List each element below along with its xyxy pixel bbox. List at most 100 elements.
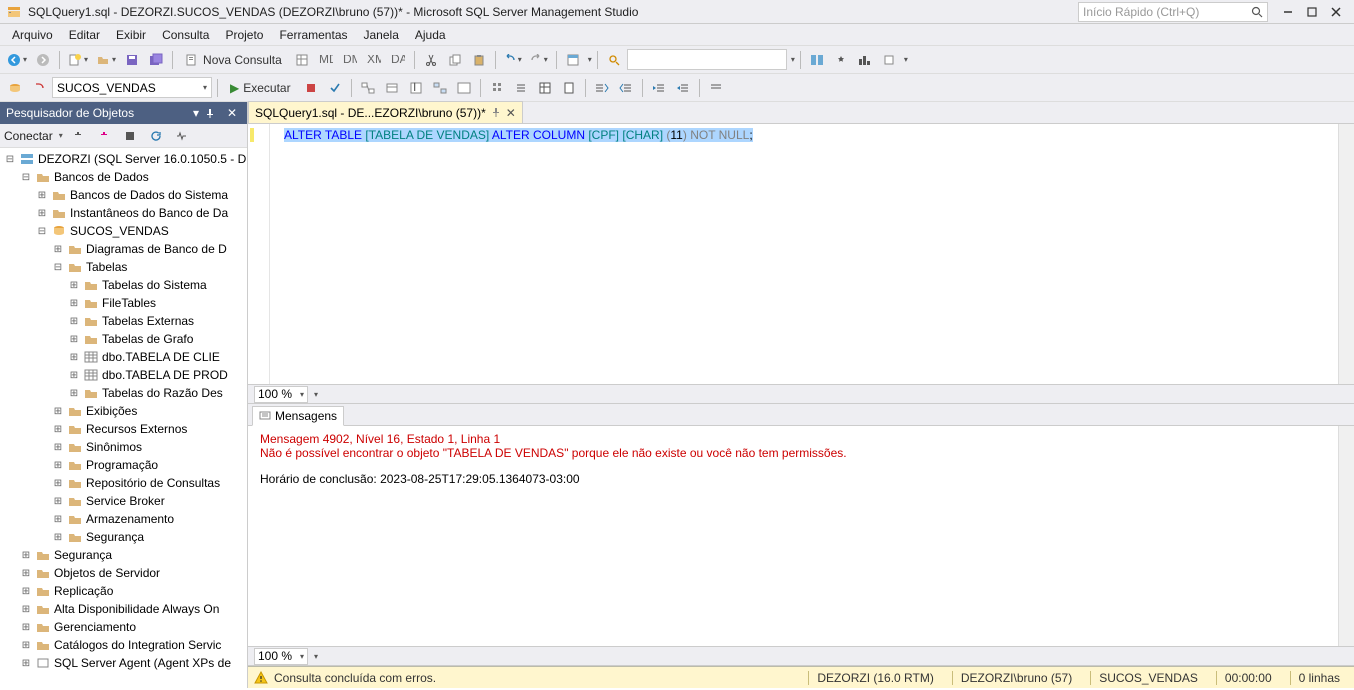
close-button[interactable]	[1324, 2, 1348, 22]
tree-node[interactable]: ⊞Bancos de Dados do Sistema	[0, 186, 247, 204]
connect-label[interactable]: Conectar	[4, 129, 53, 143]
tree-node[interactable]: ⊞Tabelas de Grafo	[0, 330, 247, 348]
execute-button[interactable]: ▶ Executar	[223, 77, 298, 99]
change-connection-button[interactable]	[4, 77, 26, 99]
actual-plan-button[interactable]	[429, 77, 451, 99]
tree-node-server[interactable]: ⊟DEZORZI (SQL Server 16.0.1050.5 - D	[0, 150, 247, 168]
tree-node[interactable]: ⊞Service Broker	[0, 492, 247, 510]
dmx-button[interactable]: DMX	[339, 49, 361, 71]
tree-node[interactable]: ⊞Alta Disponibilidade Always On	[0, 600, 247, 618]
new-item-button[interactable]: ▾	[65, 49, 91, 71]
tree-node[interactable]: ⊟SUCOS_VENDAS	[0, 222, 247, 240]
results-grid-button[interactable]	[534, 77, 556, 99]
tree-node[interactable]: ⊞Segurança	[0, 528, 247, 546]
zoom-selector[interactable]: 100 % ▾	[254, 386, 308, 403]
query-designer-button[interactable]	[291, 49, 313, 71]
tree-node[interactable]: ⊞Segurança	[0, 546, 247, 564]
redo-button[interactable]: ▾	[527, 49, 551, 71]
activity-monitor-button[interactable]	[854, 49, 876, 71]
results-file-button[interactable]	[558, 77, 580, 99]
object-explorer-tree[interactable]: ⊟DEZORZI (SQL Server 16.0.1050.5 - D⊟Ban…	[0, 148, 247, 688]
menu-consulta[interactable]: Consulta	[154, 26, 217, 44]
tree-node[interactable]: ⊞dbo.TABELA DE PROD	[0, 366, 247, 384]
dax-button[interactable]: DAX	[387, 49, 409, 71]
tree-node[interactable]: ⊞dbo.TABELA DE CLIE	[0, 348, 247, 366]
nav-forward-button[interactable]	[32, 49, 54, 71]
intellisense-button[interactable]: I	[405, 77, 427, 99]
menu-janela[interactable]: Janela	[356, 26, 407, 44]
available-databases-button[interactable]	[28, 77, 50, 99]
panel-close-button[interactable]: ✕	[223, 106, 241, 120]
open-button[interactable]: ▾	[93, 49, 119, 71]
tree-node[interactable]: ⊟Bancos de Dados	[0, 168, 247, 186]
zoom-selector[interactable]: 100 % ▾	[254, 648, 308, 665]
editor-scrollbar[interactable]	[1338, 124, 1354, 384]
estimated-plan-button[interactable]	[357, 77, 379, 99]
oe-pulse-button[interactable]	[171, 125, 193, 147]
tree-node[interactable]: ⊞Catálogos do Integration Servic	[0, 636, 247, 654]
tree-node[interactable]: ⊞Exibições	[0, 402, 247, 420]
template-browser-button[interactable]	[878, 49, 900, 71]
pin-icon[interactable]	[492, 108, 500, 118]
oe-refresh-button[interactable]	[145, 125, 167, 147]
tree-node[interactable]: ⊞SQL Server Agent (Agent XPs de	[0, 654, 247, 672]
sql-editor[interactable]: ALTER TABLE [TABELA DE VENDAS] ALTER COL…	[248, 124, 1338, 384]
close-icon[interactable]: ✕	[506, 106, 516, 120]
outdent-button[interactable]	[672, 77, 694, 99]
messages-pane[interactable]: Mensagem 4902, Nível 16, Estado 1, Linha…	[248, 426, 1338, 646]
specify-values-button[interactable]	[705, 77, 727, 99]
tree-node[interactable]: ⊞Tabelas do Sistema	[0, 276, 247, 294]
xmla-button[interactable]: XMLA	[363, 49, 385, 71]
find-button[interactable]	[603, 49, 625, 71]
uncomment-button[interactable]	[615, 77, 637, 99]
cut-button[interactable]	[420, 49, 442, 71]
tree-node[interactable]: ⊞Sinônimos	[0, 438, 247, 456]
tree-node[interactable]: ⊞Tabelas Externas	[0, 312, 247, 330]
tree-node[interactable]: ⊞Objetos de Servidor	[0, 564, 247, 582]
tree-node[interactable]: ⊞Tabelas do Razão Des	[0, 384, 247, 402]
tree-node[interactable]: ⊞Recursos Externos	[0, 420, 247, 438]
parse-button[interactable]	[324, 77, 346, 99]
panel-pin-button[interactable]	[205, 108, 223, 118]
new-query-button[interactable]: Nova Consulta	[178, 49, 289, 71]
stop-button[interactable]	[300, 77, 322, 99]
live-stats-button[interactable]	[453, 77, 475, 99]
maximize-button[interactable]	[1300, 2, 1324, 22]
tree-node[interactable]: ⊞FileTables	[0, 294, 247, 312]
undo-button[interactable]: ▾	[501, 49, 525, 71]
find-input[interactable]	[627, 49, 787, 70]
query-options-button[interactable]	[381, 77, 403, 99]
paste-button[interactable]	[468, 49, 490, 71]
nav-back-button[interactable]: ▾	[4, 49, 30, 71]
minimize-button[interactable]	[1276, 2, 1300, 22]
database-selector[interactable]: SUCOS_VENDAS ▾	[52, 77, 212, 98]
menu-ajuda[interactable]: Ajuda	[407, 26, 454, 44]
quick-launch-input[interactable]: Início Rápido (Ctrl+Q)	[1078, 2, 1268, 22]
tree-node[interactable]: ⊟Tabelas	[0, 258, 247, 276]
comment-button[interactable]	[591, 77, 613, 99]
document-tab[interactable]: SQLQuery1.sql - DE...EZORZI\bruno (57))*…	[248, 101, 523, 123]
tree-node[interactable]: ⊞Programação	[0, 456, 247, 474]
indent-button[interactable]	[648, 77, 670, 99]
tree-node[interactable]: ⊞Diagramas de Banco de D	[0, 240, 247, 258]
save-all-button[interactable]	[145, 49, 167, 71]
tree-node[interactable]: ⊞Instantâneos do Banco de Da	[0, 204, 247, 222]
messages-tab[interactable]: Mensagens	[252, 406, 344, 426]
menu-arquivo[interactable]: Arquivo	[4, 26, 61, 44]
solution-explorer-button[interactable]	[562, 49, 584, 71]
results-text-button[interactable]	[510, 77, 532, 99]
panel-dropdown-button[interactable]: ▾	[187, 106, 205, 120]
client-stats-button[interactable]	[486, 77, 508, 99]
menu-ferramentas[interactable]: Ferramentas	[271, 26, 355, 44]
oe-filter2-button[interactable]	[93, 125, 115, 147]
tree-node[interactable]: ⊞Repositório de Consultas	[0, 474, 247, 492]
properties-button[interactable]	[830, 49, 852, 71]
oe-filter-button[interactable]	[67, 125, 89, 147]
mdx-button[interactable]: MDX	[315, 49, 337, 71]
menu-exibir[interactable]: Exibir	[108, 26, 154, 44]
oe-stop-button[interactable]	[119, 125, 141, 147]
registered-servers-button[interactable]	[806, 49, 828, 71]
save-button[interactable]	[121, 49, 143, 71]
tree-node[interactable]: ⊞Armazenamento	[0, 510, 247, 528]
menu-projeto[interactable]: Projeto	[217, 26, 271, 44]
